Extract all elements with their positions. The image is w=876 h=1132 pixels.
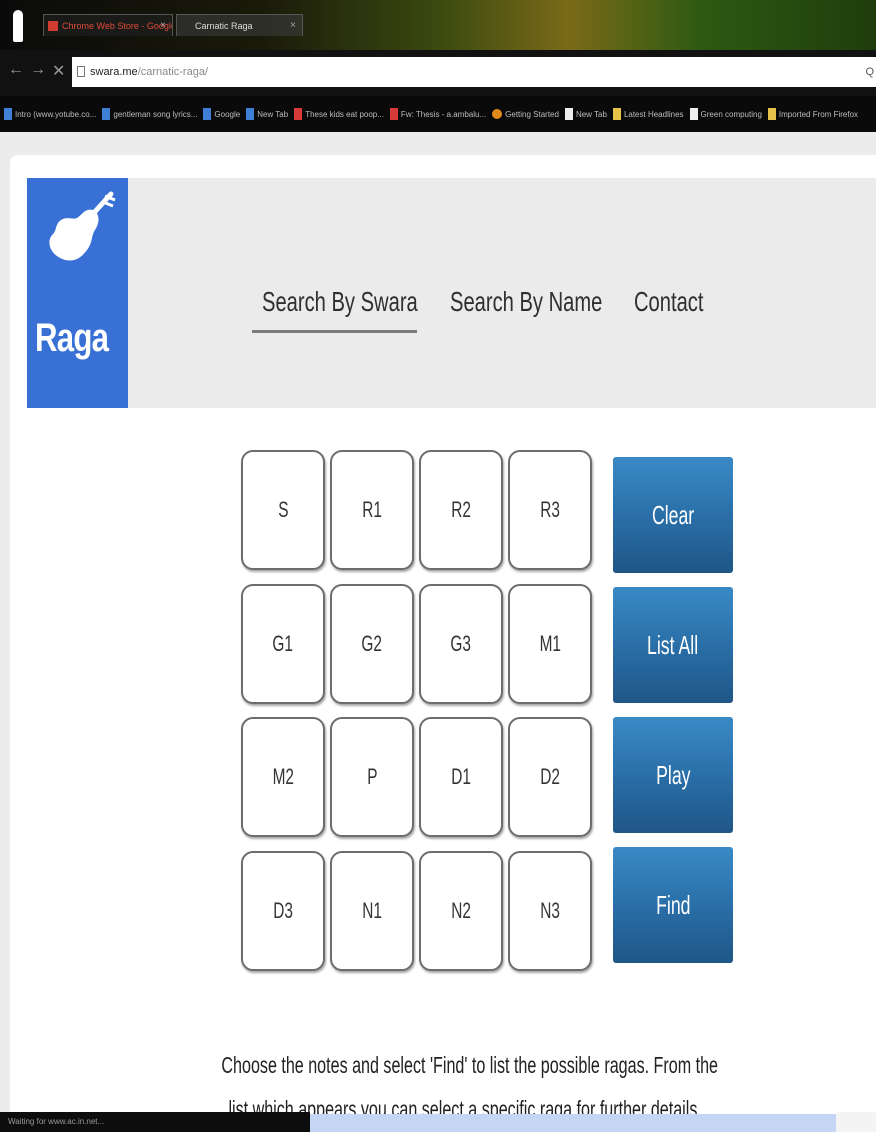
- browser-titlebar: Chrome Web Store - Google × Carnatic Rag…: [0, 0, 876, 50]
- folder-icon: [612, 108, 621, 120]
- stop-icon[interactable]: ✕: [52, 61, 65, 81]
- folder-icon: [767, 108, 776, 120]
- bookmark-item[interactable]: New Tab: [564, 108, 607, 120]
- bookmark-item[interactable]: Fw: Thesis - a.ambalu...: [389, 108, 486, 120]
- logo-text: Raga: [35, 316, 109, 360]
- firefox-icon: [492, 109, 503, 119]
- swara-button-d3[interactable]: D3: [241, 851, 325, 971]
- google-icon: [102, 108, 111, 120]
- bookmark-item[interactable]: Imported From Firefox: [767, 108, 858, 120]
- horizontal-scrollbar[interactable]: [310, 1114, 836, 1132]
- browser-tab-carnatic-raga[interactable]: Carnatic Raga ×: [176, 14, 303, 36]
- bookmarks-bar: Intro (www.yotube.co... gentleman song l…: [0, 96, 876, 132]
- swara-button-s[interactable]: S: [241, 450, 325, 570]
- scrollbar-corner: [836, 1112, 876, 1132]
- video-icon: [294, 108, 303, 120]
- address-domain: swara.me: [90, 66, 138, 78]
- active-nav-underline: [252, 330, 417, 333]
- swara-button-p[interactable]: P: [330, 717, 414, 837]
- swara-button-g3[interactable]: G3: [419, 584, 503, 704]
- nav-contact[interactable]: Contact: [634, 282, 703, 322]
- browser-status-bar: Waiting for www.ac.in.net...: [0, 1112, 310, 1132]
- bookmark-item[interactable]: Latest Headlines: [612, 108, 684, 120]
- swara-button-g1[interactable]: G1: [241, 584, 325, 704]
- site-logo[interactable]: Raga: [27, 178, 128, 408]
- browser-tab-chrome-web-store[interactable]: Chrome Web Store - Google ×: [43, 14, 173, 36]
- zoom-icon[interactable]: Q: [865, 57, 874, 87]
- back-arrow-icon[interactable]: ←: [8, 61, 24, 79]
- swara-button-r1[interactable]: R1: [330, 450, 414, 570]
- window-menu-icon[interactable]: [13, 10, 23, 42]
- bookmark-item[interactable]: Green computing: [689, 108, 762, 120]
- swara-button-d2[interactable]: D2: [508, 717, 592, 837]
- list-all-button[interactable]: List All: [613, 587, 733, 703]
- swara-button-d1[interactable]: D1: [419, 717, 503, 837]
- swara-button-n3[interactable]: N3: [508, 851, 592, 971]
- swara-button-r3[interactable]: R3: [508, 450, 592, 570]
- nav-search-by-swara[interactable]: Search By Swara: [262, 282, 418, 322]
- instructions-line-1: Choose the notes and select 'Find' to li…: [221, 1052, 718, 1078]
- google-icon: [203, 108, 212, 120]
- swara-button-n1[interactable]: N1: [330, 851, 414, 971]
- close-tab-icon[interactable]: ×: [160, 15, 166, 36]
- google-icon: [4, 108, 12, 120]
- find-button[interactable]: Find: [613, 847, 733, 963]
- page-icon: [689, 108, 698, 120]
- page-icon: [564, 108, 573, 120]
- clear-button[interactable]: Clear: [613, 457, 733, 573]
- bookmark-item[interactable]: gentleman song lyrics...: [102, 108, 197, 120]
- bookmark-item[interactable]: Intro (www.yotube.co...: [4, 108, 96, 120]
- chrome-store-icon: [48, 21, 58, 31]
- bookmark-item[interactable]: Getting Started: [492, 109, 559, 119]
- swara-button-r2[interactable]: R2: [419, 450, 503, 570]
- play-button[interactable]: Play: [613, 717, 733, 833]
- swara-button-g2[interactable]: G2: [330, 584, 414, 704]
- swara-button-n2[interactable]: N2: [419, 851, 503, 971]
- nav-search-by-name[interactable]: Search By Name: [450, 282, 602, 322]
- page-icon: [181, 21, 191, 31]
- bookmark-item[interactable]: Google: [203, 108, 240, 120]
- page-icon: [77, 66, 85, 77]
- bookmark-item[interactable]: These kids eat poop...: [294, 108, 384, 120]
- swara-button-m1[interactable]: M1: [508, 584, 592, 704]
- address-path: /carnatic-raga/: [137, 66, 208, 78]
- bookmark-item[interactable]: New Tab: [246, 108, 288, 120]
- tab-label: Carnatic Raga: [195, 21, 253, 31]
- google-icon: [246, 108, 255, 120]
- violin-icon: [49, 191, 116, 261]
- address-bar[interactable]: swara.me/carnatic-raga/ Q: [72, 57, 876, 87]
- forward-arrow-icon[interactable]: →: [30, 61, 46, 79]
- mail-icon: [389, 108, 398, 120]
- tab-label: Chrome Web Store - Google: [62, 21, 173, 31]
- close-tab-icon[interactable]: ×: [290, 15, 296, 36]
- swara-button-m2[interactable]: M2: [241, 717, 325, 837]
